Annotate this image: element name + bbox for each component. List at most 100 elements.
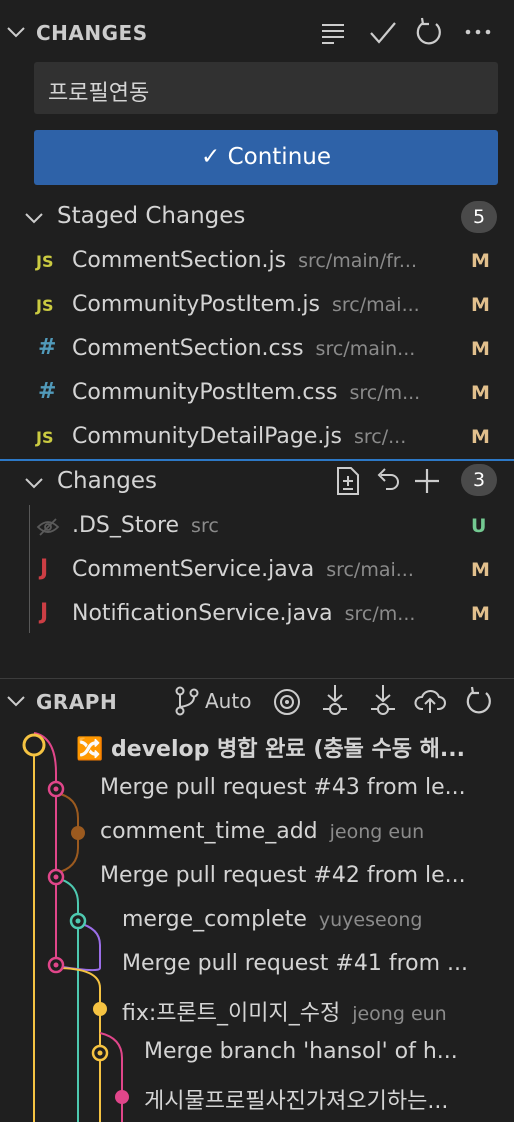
changes-count-badge: 3 <box>461 464 497 496</box>
file-label: CommunityPostItem.css src/m... <box>72 380 456 405</box>
commit-message-text: 프로필연동 <box>48 81 150 106</box>
commit-label: comment_time_add jeong eun <box>100 819 500 844</box>
file-status-badge: M <box>471 559 490 581</box>
file-row[interactable]: JS CommentSection.js src/main/fr... M <box>0 240 514 284</box>
file-name: CommunityDetailPage.js <box>72 424 342 449</box>
chevron-down-icon <box>7 27 25 38</box>
commit-label: Merge pull request #41 from ... <box>122 951 500 976</box>
chevron-down-icon <box>7 696 25 707</box>
commit-label: Merge pull request #43 from le... <box>100 775 500 800</box>
file-label: CommunityDetailPage.js src/... <box>72 424 456 449</box>
fetch-icon[interactable] <box>320 683 350 719</box>
file-path: src/... <box>353 426 407 448</box>
changes-group[interactable]: Changes 3 <box>0 461 514 505</box>
file-name: CommunityPostItem.js <box>72 292 321 317</box>
refresh-icon[interactable] <box>414 17 444 47</box>
commit-row[interactable]: Merge pull request #43 from le... <box>0 767 514 811</box>
graph-section-header[interactable]: GRAPH Auto <box>0 679 514 723</box>
commit-label: merge_complete yuyeseong <box>122 907 500 932</box>
commit-row[interactable]: Merge branch 'hansol' of h... <box>0 1031 514 1075</box>
commit-message: Merge branch 'hansol' of h... <box>144 1039 458 1064</box>
more-actions-icon[interactable] <box>464 28 492 36</box>
commit-label: 🔀 develop 병합 완료 (충돌 수동 해... <box>76 731 500 763</box>
file-label: .DS_Store src <box>72 513 456 538</box>
staged-changes-group[interactable]: Staged Changes 5 <box>0 196 514 240</box>
file-name: .DS_Store <box>72 513 180 538</box>
file-label: CommentService.java src/mai... <box>72 557 456 582</box>
commit-row[interactable]: merge_complete yuyeseong <box>0 899 514 943</box>
commit-message: Merge pull request #41 from ... <box>122 951 469 976</box>
changes-section-header[interactable]: CHANGES <box>0 10 514 54</box>
file-name: CommunityPostItem.css <box>72 380 338 405</box>
commit-row[interactable]: fix:프론트_이미지_수정 jeong eun <box>0 987 514 1031</box>
commit-check-icon[interactable] <box>368 18 398 48</box>
commit-message: fix:프론트_이미지_수정 <box>122 1001 341 1026</box>
js-file-icon: JS <box>36 296 54 315</box>
file-row[interactable]: # CommentSection.css src/main... M <box>0 328 514 372</box>
auto-label: Auto <box>205 689 252 713</box>
commit-author: jeong eun <box>352 1003 447 1025</box>
refresh-graph-icon[interactable] <box>464 686 494 716</box>
commit-message: Merge pull request #43 from le... <box>100 775 466 800</box>
commit-label: Merge branch 'hansol' of h... <box>144 1039 500 1064</box>
pull-icon[interactable] <box>368 683 398 719</box>
commit-message: merge_complete <box>122 907 307 932</box>
file-path: src/mai... <box>332 294 420 316</box>
commit-row[interactable]: comment_time_add jeong eun <box>0 811 514 855</box>
file-name: CommentService.java <box>72 557 315 582</box>
target-icon[interactable] <box>272 687 302 717</box>
commit-row[interactable]: Merge pull request #42 from le... <box>0 855 514 899</box>
file-row[interactable]: J CommentService.java src/mai... M <box>0 549 514 593</box>
commit-label: fix:프론트_이미지_수정 jeong eun <box>122 995 500 1027</box>
file-status-badge: M <box>471 603 490 625</box>
file-status-badge: U <box>471 515 487 537</box>
git-branch-icon <box>175 686 199 716</box>
commit-message: comment_time_add <box>100 819 318 844</box>
discard-changes-icon[interactable] <box>374 466 402 496</box>
commit-row[interactable]: 🔀 develop 병합 완료 (충돌 수동 해... <box>0 723 514 767</box>
file-status-badge: M <box>471 294 490 316</box>
changes-label: Changes <box>57 468 158 494</box>
java-file-icon: J <box>40 600 49 625</box>
open-file-icon[interactable] <box>334 466 362 496</box>
css-file-icon: # <box>38 379 57 404</box>
staged-changes-label: Staged Changes <box>57 203 246 229</box>
commit-message-input[interactable]: 프로필연동 <box>34 62 498 114</box>
commit-row[interactable]: 게시물프로필사진가져오기하는... <box>0 1075 514 1119</box>
file-name: CommentSection.js <box>72 248 287 273</box>
java-file-icon: J <box>40 556 49 581</box>
file-path: src <box>191 515 219 537</box>
file-name: NotificationService.java <box>72 601 333 626</box>
js-file-icon: JS <box>36 252 54 271</box>
commit-message: 게시물프로필사진가져오기하는... <box>144 1089 449 1114</box>
commit-label: Merge pull request #42 from le... <box>100 863 500 888</box>
staged-count-badge: 5 <box>461 201 497 233</box>
file-row[interactable]: JS CommunityPostItem.js src/mai... M <box>0 284 514 328</box>
section-title: CHANGES <box>36 21 148 45</box>
continue-label: Continue <box>227 144 331 170</box>
file-path: src/m... <box>349 382 421 404</box>
file-row[interactable]: # CommunityPostItem.css src/m... M <box>0 372 514 416</box>
eye-off-icon <box>36 517 60 541</box>
file-label: CommentSection.js src/main/fr... <box>72 248 456 273</box>
file-row[interactable]: J NotificationService.java src/m... M <box>0 593 514 637</box>
stage-all-icon[interactable] <box>412 466 442 496</box>
file-row[interactable]: .DS_Store src U <box>0 505 514 549</box>
commit-label: 게시물프로필사진가져오기하는... <box>144 1083 500 1115</box>
commit-message: 🔀 develop 병합 완료 (충돌 수동 해... <box>76 737 465 762</box>
branch-auto-button[interactable]: Auto <box>174 685 258 717</box>
file-status-badge: M <box>471 426 490 448</box>
file-status-badge: M <box>471 250 490 272</box>
file-status-badge: M <box>471 382 490 404</box>
chevron-down-icon <box>25 478 43 489</box>
file-path: src/mai... <box>326 559 414 581</box>
view-as-tree-icon[interactable] <box>320 20 348 46</box>
file-row[interactable]: JS CommunityDetailPage.js src/... M <box>0 416 514 460</box>
commit-row[interactable]: Merge pull request #41 from ... <box>0 943 514 987</box>
file-status-badge: M <box>471 338 490 360</box>
file-path: src/main... <box>315 338 416 360</box>
file-path: src/main/fr... <box>298 250 417 272</box>
push-cloud-icon[interactable] <box>414 685 446 717</box>
chevron-down-icon <box>25 213 43 224</box>
continue-button[interactable]: ✓ Continue <box>34 130 498 185</box>
